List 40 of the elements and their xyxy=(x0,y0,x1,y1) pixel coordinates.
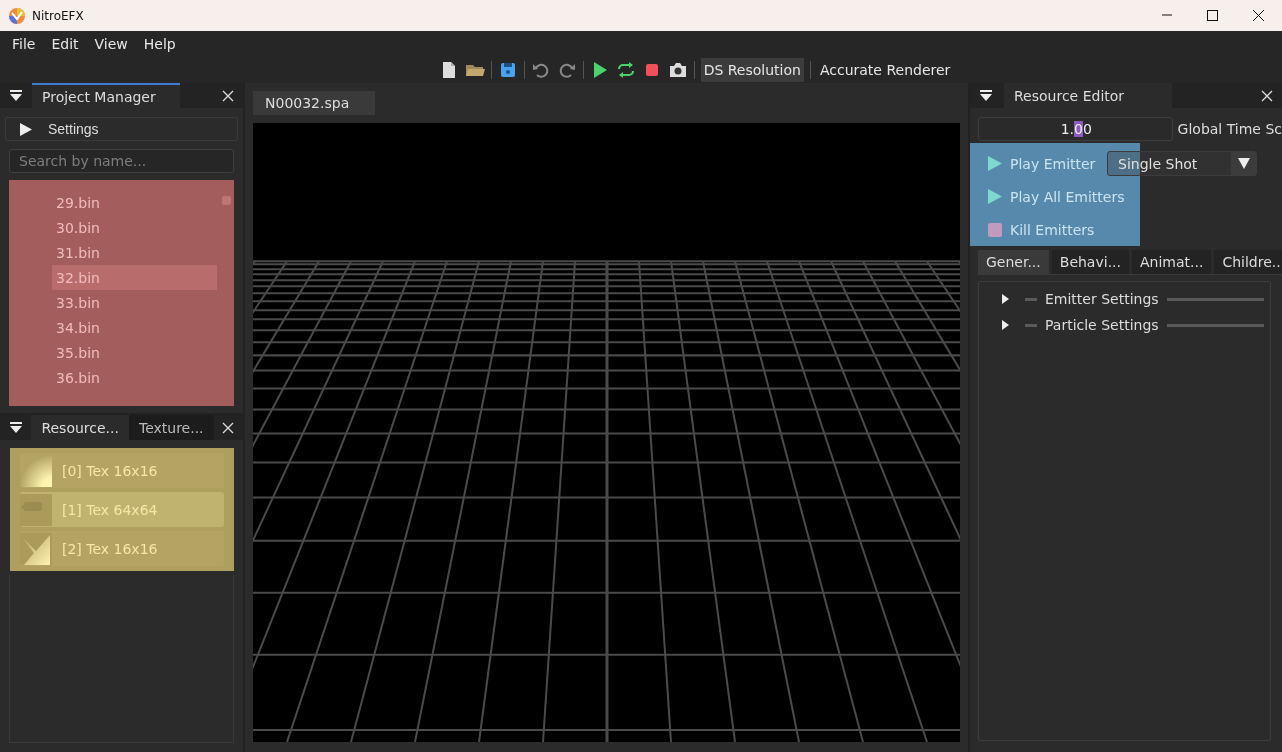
renderer-toggle[interactable]: DS Resolution xyxy=(700,58,804,82)
dock-tab[interactable]: Project Manager xyxy=(32,83,180,108)
section-header[interactable]: Emitter Settings xyxy=(979,286,1270,312)
settings-toggle[interactable]: Settings xyxy=(5,117,238,141)
menu-item[interactable]: Edit xyxy=(43,36,87,52)
menu-item[interactable]: View xyxy=(86,36,136,52)
file-tab[interactable]: N00032.spa xyxy=(253,91,375,115)
play-icon xyxy=(988,189,1002,204)
editor-tab[interactable]: Behavi... xyxy=(1051,250,1129,274)
editor-tab[interactable]: Animat... xyxy=(1132,250,1212,274)
section-header[interactable]: Particle Settings xyxy=(979,312,1270,338)
texture-thumbnail xyxy=(20,454,52,487)
time-scale-field[interactable]: 1.00 xyxy=(978,117,1173,141)
expand-arrow-icon xyxy=(999,319,1011,331)
dock-tab[interactable]: Resource... xyxy=(31,415,129,440)
dropdown-arrow-icon xyxy=(1237,158,1250,169)
play-icon xyxy=(988,156,1002,171)
texture-thumbnail xyxy=(20,493,52,526)
dock-tab[interactable]: Resource Editor xyxy=(1004,83,1172,108)
window-title: NitroEFX xyxy=(32,8,85,23)
dock-menu-icon[interactable] xyxy=(9,422,22,433)
menu-item[interactable]: Help xyxy=(135,36,184,52)
editor-tab[interactable]: Gener... xyxy=(978,250,1049,274)
mode-dropdown[interactable]: Single Shot xyxy=(1107,151,1257,176)
expand-arrow-icon xyxy=(20,122,32,136)
scrollbar-thumb[interactable] xyxy=(222,196,231,205)
app-logo-icon xyxy=(8,6,26,25)
dock-tab[interactable]: Texture... xyxy=(128,415,214,440)
loop-icon[interactable] xyxy=(615,60,636,80)
texture-thumbnail xyxy=(20,532,52,565)
camera-icon[interactable] xyxy=(667,60,688,80)
field-label: Global Time Sc xyxy=(1177,121,1282,137)
editor-tab[interactable]: Childre... xyxy=(1214,250,1282,274)
menu-item[interactable]: File xyxy=(4,36,44,52)
stop-icon xyxy=(988,222,1002,237)
renderer-toggle[interactable]: Accurate Renderer xyxy=(816,58,954,82)
expand-arrow-icon xyxy=(999,293,1011,305)
dock-menu-icon[interactable] xyxy=(980,90,992,101)
dock-menu-icon[interactable] xyxy=(10,90,22,101)
search-field[interactable]: Search by name... xyxy=(9,149,234,173)
